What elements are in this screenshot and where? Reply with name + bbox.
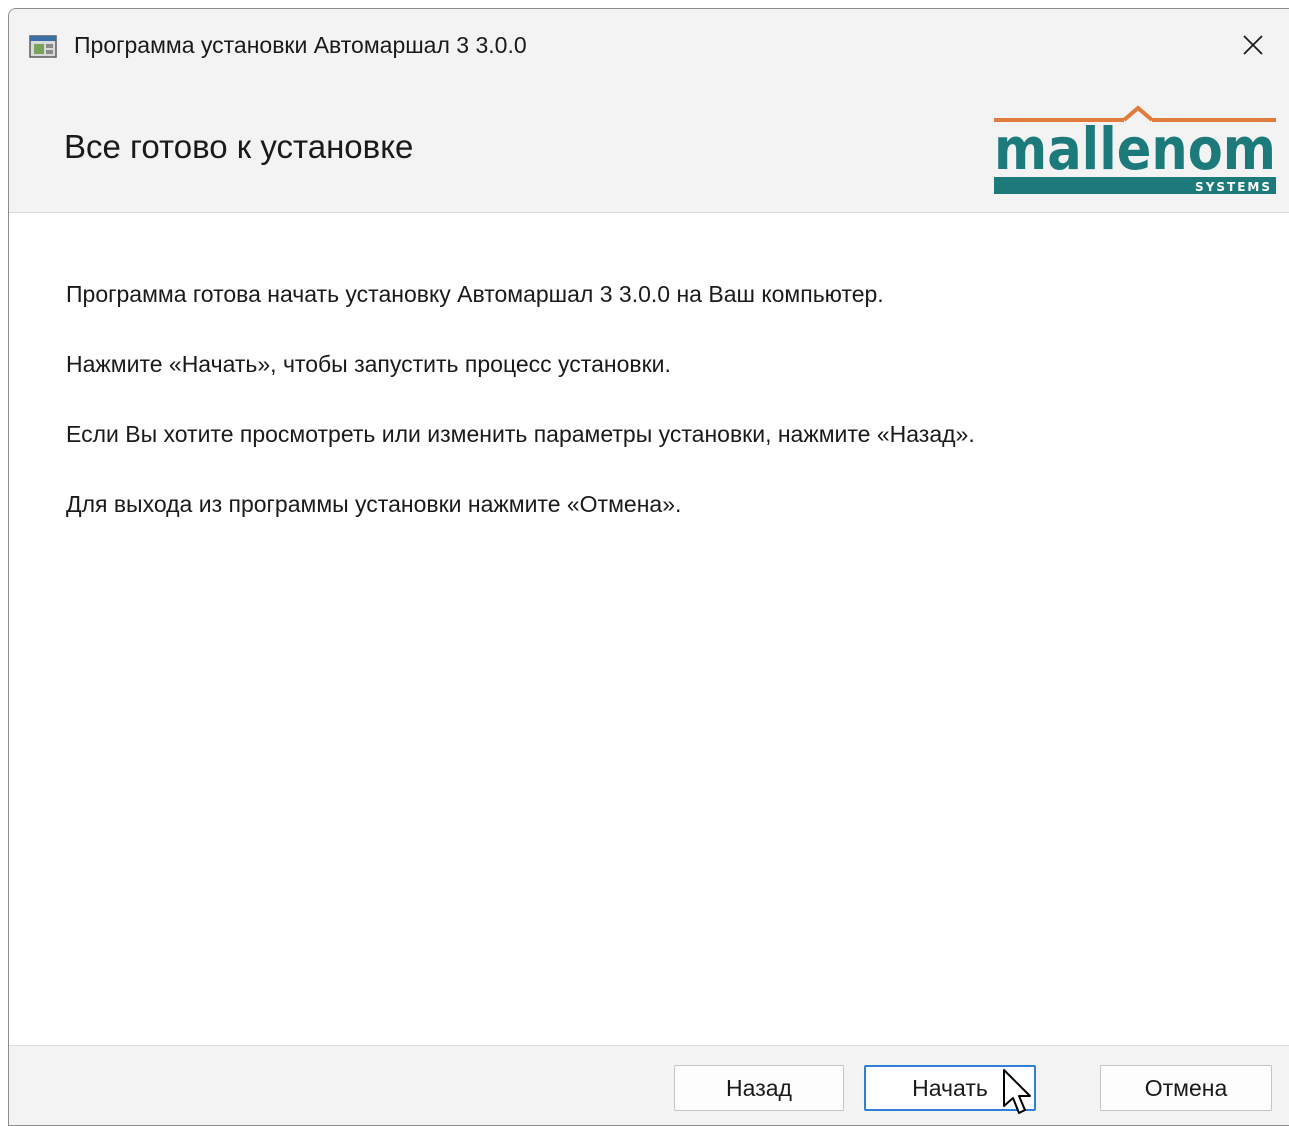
page-title: Все готово к установке [64,128,414,165]
start-button[interactable]: Начать [864,1065,1036,1111]
paragraph-back-hint: Если Вы хотите просмотреть или изменить … [66,421,975,447]
cancel-button[interactable]: Отмена [1100,1065,1272,1111]
logo-tagline: SYSTEMS [1195,180,1272,194]
paragraph-ready: Программа готова начать установку Автома… [66,281,884,307]
installer-window: Программа установки Автомаршал 3 3.0.0 В… [8,8,1289,1126]
close-button[interactable] [1217,9,1289,81]
mallenom-logo: mallenom SYSTEMS [994,105,1276,194]
back-button[interactable]: Назад [674,1065,844,1111]
content-area: Программа готова начать установку Автома… [66,279,1249,559]
logo-wordmark: mallenom [994,115,1276,183]
installer-app-icon [29,35,57,58]
page-header: Все готово к установке mallenom SYSTEMS [9,81,1289,213]
button-bar: Назад Начать Отмена [9,1045,1289,1125]
close-icon [1243,35,1263,55]
paragraph-cancel-hint: Для выхода из программы установки нажмит… [66,491,682,517]
title-bar: Программа установки Автомаршал 3 3.0.0 [9,9,1289,81]
window-title: Программа установки Автомаршал 3 3.0.0 [74,32,527,58]
paragraph-start-hint: Нажмите «Начать», чтобы запустить процес… [66,351,671,377]
